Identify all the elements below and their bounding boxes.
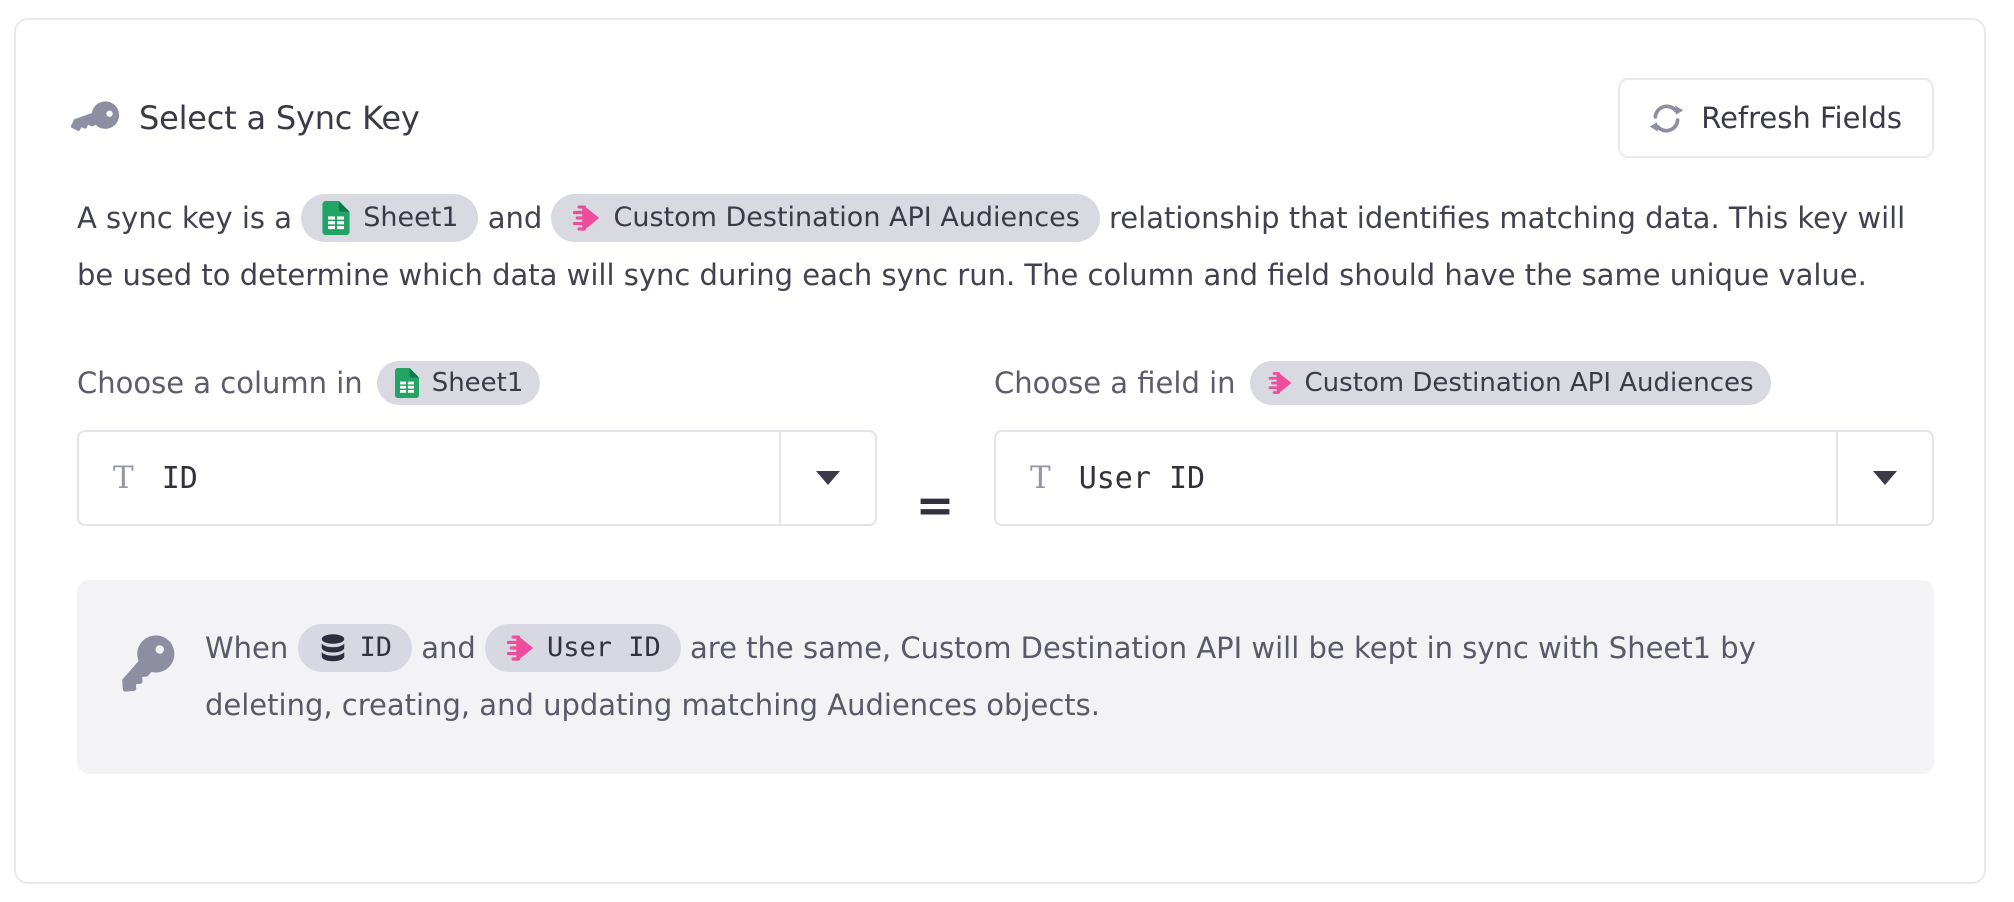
field-select-caret-zone[interactable] — [1836, 432, 1932, 524]
refresh-fields-button[interactable]: Refresh Fields — [1618, 78, 1934, 158]
field-destination-badge: Custom Destination API Audiences — [1250, 361, 1771, 405]
column-source-badge: Sheet1 — [377, 361, 541, 405]
key-icon — [70, 91, 123, 144]
text-type-icon: T — [113, 460, 134, 496]
custom-destination-arrow-icon — [505, 633, 535, 663]
sync-key-selection-row: Choose a column in Sheet1 T ID = Choose … — [77, 360, 1934, 532]
text-type-icon: T — [1030, 460, 1051, 496]
field-picker-label: Choose a field in Custom Destination API… — [994, 360, 1934, 406]
source-badge: Sheet1 — [301, 194, 478, 242]
refresh-fields-label: Refresh Fields — [1701, 101, 1902, 135]
info-column-badge: ID — [298, 624, 413, 672]
equals-sign: = — [916, 478, 956, 532]
column-picker-label-text: Choose a column in — [77, 366, 363, 400]
caret-down-icon — [816, 471, 840, 485]
info-text-1: When — [205, 631, 288, 665]
google-sheets-icon — [321, 201, 351, 235]
sync-behavior-text: When ID and User ID are the same, Custom… — [205, 620, 1890, 734]
field-picker: Choose a field in Custom Destination API… — [994, 360, 1934, 526]
card-header: Select a Sync Key Refresh Fields — [77, 78, 1934, 158]
equals-zone: = — [877, 360, 994, 532]
info-text-2: and — [421, 631, 476, 665]
source-badge-label: Sheet1 — [363, 198, 458, 238]
custom-destination-arrow-icon — [571, 203, 601, 233]
field-picker-label-text: Choose a field in — [994, 366, 1236, 400]
sync-behavior-info-box: When ID and User ID are the same, Custom… — [77, 580, 1934, 774]
column-picker-label: Choose a column in Sheet1 — [77, 360, 877, 406]
column-source-badge-label: Sheet1 — [432, 363, 524, 403]
column-select[interactable]: T ID — [77, 430, 877, 526]
info-field-badge: User ID — [485, 624, 681, 672]
google-sheets-icon — [394, 368, 420, 398]
page-title: Select a Sync Key — [139, 99, 420, 137]
field-destination-badge-label: Custom Destination API Audiences — [1305, 363, 1754, 403]
column-select-caret-zone[interactable] — [779, 432, 875, 524]
info-column-badge-label: ID — [360, 628, 393, 668]
database-icon — [318, 633, 348, 663]
field-select-value: User ID — [1079, 461, 1205, 496]
key-icon — [119, 634, 177, 692]
destination-badge-label: Custom Destination API Audiences — [613, 198, 1079, 238]
intro-text-2: and — [488, 201, 543, 235]
info-field-badge-label: User ID — [547, 628, 661, 668]
caret-down-icon — [1873, 471, 1897, 485]
field-select[interactable]: T User ID — [994, 430, 1934, 526]
title-group: Select a Sync Key — [77, 98, 420, 138]
custom-destination-arrow-icon — [1267, 370, 1293, 396]
sync-key-description: A sync key is a Sheet1 and Custom Destin… — [77, 190, 1934, 304]
intro-text-1: A sync key is a — [77, 201, 292, 235]
refresh-icon — [1650, 102, 1683, 135]
destination-badge: Custom Destination API Audiences — [551, 194, 1099, 242]
column-select-value: ID — [162, 461, 198, 496]
column-picker: Choose a column in Sheet1 T ID — [77, 360, 877, 526]
sync-key-card: Select a Sync Key Refresh Fields A sync … — [14, 18, 1986, 884]
